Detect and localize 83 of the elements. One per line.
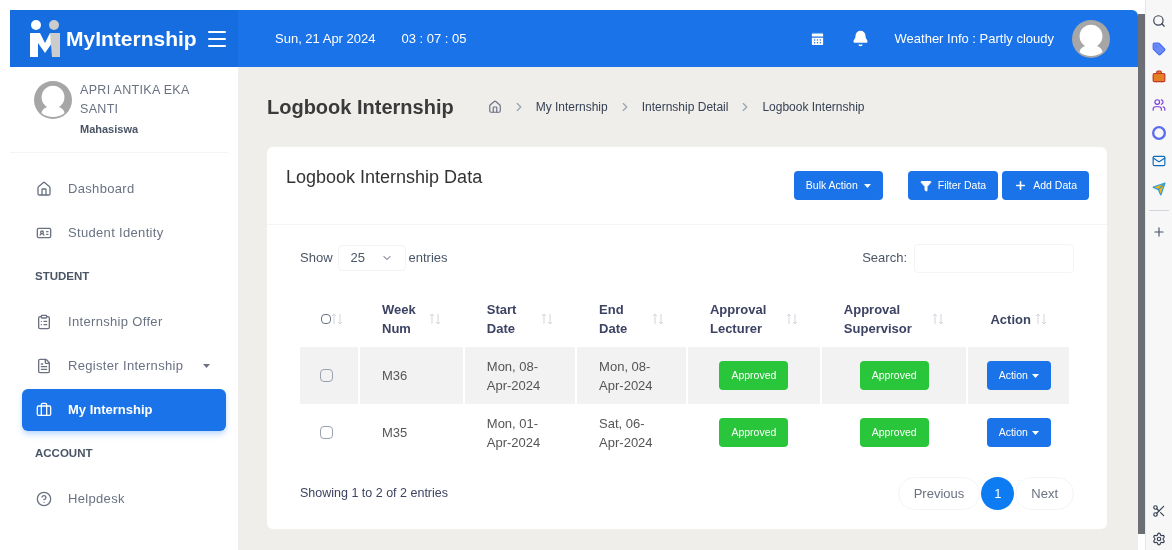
- nav-item[interactable]: Dashboard: [22, 167, 226, 210]
- column-header[interactable]: End Date: [599, 300, 648, 338]
- weather-info: Weather Info : Partly cloudy: [894, 29, 1054, 48]
- breadcrumb-item[interactable]: My Internship: [535, 98, 608, 116]
- table-cell-text: Mon, 08-Apr-2024: [486, 357, 542, 395]
- caret-icon: [203, 363, 211, 368]
- show-label: Show: [300, 249, 333, 268]
- caret-icon: [1031, 430, 1039, 435]
- plus-icon[interactable]: [1152, 225, 1166, 239]
- caret-icon: [863, 183, 871, 188]
- sort-icon: [331, 313, 343, 325]
- table-cell-text: Mon, 01-Apr-2024: [486, 414, 542, 452]
- table-cell-text: Mon, 08-Apr-2024: [599, 357, 654, 395]
- row-checkbox[interactable]: [320, 426, 333, 439]
- action-button[interactable]: Action: [986, 361, 1051, 390]
- breadcrumb-item: Logbook Internship: [762, 99, 865, 116]
- nav-item[interactable]: My Internship: [22, 388, 226, 431]
- form-icon: [36, 357, 52, 374]
- sort-icon: [651, 313, 664, 325]
- approved-badge: Approved: [859, 418, 929, 447]
- approved-badge: Approved: [719, 361, 789, 390]
- filter-button[interactable]: Filter Data: [907, 171, 999, 200]
- column-header[interactable]: Start Date: [486, 300, 538, 338]
- nav-section-label: STUDENT: [34, 269, 91, 285]
- action-button[interactable]: Action: [986, 418, 1051, 447]
- column-header[interactable]: Week Num: [382, 300, 425, 338]
- sort-icon: [428, 313, 441, 325]
- entries-label: entries: [408, 249, 448, 268]
- tag-icon[interactable]: [1152, 42, 1166, 56]
- settings-icon[interactable]: [1152, 532, 1166, 546]
- breadcrumb-item[interactable]: Internship Detail: [641, 98, 729, 116]
- search-icon[interactable]: [1152, 14, 1166, 28]
- caret-icon: [1031, 373, 1039, 378]
- circle-icon[interactable]: [1152, 126, 1166, 140]
- calendar-button[interactable]: [808, 30, 826, 47]
- nav-item[interactable]: Internship Offer: [22, 300, 226, 343]
- select-all-checkbox[interactable]: [321, 314, 331, 324]
- brand-name: MyInternship: [66, 25, 197, 52]
- send-icon[interactable]: [1152, 182, 1166, 196]
- card-title: Logbook Internship Data: [286, 166, 483, 189]
- column-header[interactable]: Action: [990, 309, 1031, 329]
- column-header[interactable]: Approval Supervisor: [843, 300, 929, 338]
- approved-badge: Approved: [719, 418, 789, 447]
- screenshot-icon[interactable]: [1152, 504, 1166, 518]
- home-icon: [36, 180, 52, 197]
- logo-icon: [28, 18, 62, 59]
- clipboard-icon: [36, 313, 52, 330]
- pagination-button[interactable]: 1: [981, 477, 1015, 510]
- row-checkbox[interactable]: [320, 369, 333, 382]
- entries-info: Showing 1 to 2 of 2 entries: [300, 485, 448, 503]
- home-icon[interactable]: [487, 100, 502, 114]
- notification-button[interactable]: [851, 30, 869, 47]
- sort-icon: [932, 313, 945, 325]
- date-text: Sun, 21 Apr 2024: [275, 29, 376, 48]
- sort-icon: [785, 313, 798, 325]
- profile-name: APRI ANTIKA EKA SANTI: [80, 82, 190, 118]
- profile-role: Mahasiswa: [80, 122, 140, 137]
- page-title: Logbook Internship: [267, 95, 454, 120]
- table-cell: M36: [382, 368, 408, 383]
- plus-icon: [1014, 179, 1028, 192]
- profile-avatar: [34, 81, 72, 119]
- question-icon: [36, 490, 52, 507]
- mail-icon[interactable]: [1152, 154, 1166, 168]
- briefcase-icon[interactable]: [1152, 70, 1166, 84]
- add-button[interactable]: Add Data: [1002, 171, 1089, 200]
- approved-badge: Approved: [859, 361, 929, 390]
- bulk-action-button[interactable]: Bulk Action: [793, 171, 883, 200]
- time-text: 03 : 07 : 05: [401, 29, 467, 48]
- sort-icon: [541, 313, 554, 325]
- briefcase-icon: [36, 401, 52, 418]
- nav-section-label: ACCOUNT: [34, 446, 94, 462]
- nav-item[interactable]: Register Internship: [22, 344, 226, 387]
- nav-item[interactable]: Student Identity: [22, 211, 226, 254]
- people-icon[interactable]: [1152, 98, 1166, 112]
- search-label: Search:: [862, 249, 907, 268]
- page-size-select[interactable]: 25: [337, 245, 406, 271]
- nav-item[interactable]: Helpdesk: [22, 477, 226, 520]
- table-cell-text: Sat, 06-Apr-2024: [599, 414, 654, 452]
- user-avatar: [1072, 19, 1110, 58]
- column-header[interactable]: Approval Lecturer: [709, 300, 782, 338]
- table-cell: M35: [382, 425, 408, 440]
- filter-icon: [919, 179, 932, 192]
- sort-icon: [1035, 313, 1047, 325]
